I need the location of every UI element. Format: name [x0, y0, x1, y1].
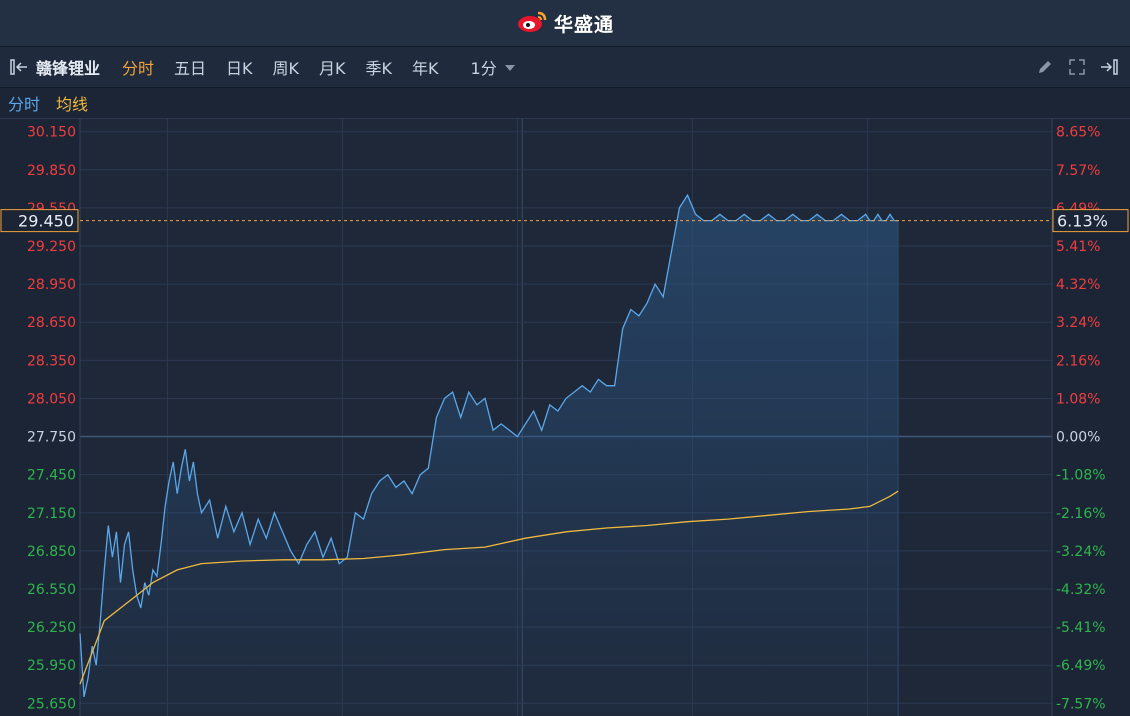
- pct-tick-label: 4.32%: [1056, 277, 1100, 293]
- y-tick-label: 29.250: [27, 239, 76, 255]
- pct-tick-label: 1.08%: [1056, 391, 1100, 407]
- pct-tick-label: -1.08%: [1056, 468, 1106, 484]
- legend-minute-line[interactable]: 分时: [8, 91, 40, 115]
- chevron-down-icon: [504, 65, 515, 71]
- pct-tick-label: -2.16%: [1056, 506, 1106, 522]
- y-tick-label: 26.850: [27, 544, 76, 560]
- pct-tick-label: -6.49%: [1056, 658, 1106, 674]
- title-bar: 华盛通: [0, 0, 1130, 47]
- y-tick-label: 28.050: [27, 391, 76, 407]
- current-price-label: 29.450: [18, 212, 74, 231]
- pct-tick-label: 2.16%: [1056, 353, 1100, 369]
- brand: 华盛通: [516, 9, 614, 37]
- current-change-label: 6.13%: [1057, 212, 1108, 231]
- brand-name: 华盛通: [553, 13, 614, 36]
- tab-daily-k[interactable]: 日K: [216, 47, 263, 87]
- y-tick-label: 27.150: [27, 506, 76, 522]
- interval-select[interactable]: 1分: [471, 55, 515, 79]
- y-tick-label: 28.950: [27, 277, 76, 293]
- tab-weekly-k[interactable]: 周K: [263, 47, 310, 87]
- pct-tick-label: 0.00%: [1056, 430, 1100, 446]
- pct-tick-label: 7.57%: [1056, 163, 1100, 179]
- pencil-icon[interactable]: [1034, 56, 1056, 78]
- y-tick-label: 30.150: [27, 125, 76, 141]
- pct-tick-label: -4.32%: [1056, 582, 1106, 598]
- tab-quarterly-k[interactable]: 季K: [356, 47, 403, 87]
- stock-name[interactable]: 赣锋锂业: [36, 55, 100, 79]
- y-tick-label: 26.550: [27, 582, 76, 598]
- tab-five-day[interactable]: 五日: [164, 47, 216, 87]
- pct-tick-label: -3.24%: [1056, 544, 1106, 560]
- y-tick-label: 25.950: [27, 658, 76, 674]
- interval-value: 1分: [470, 59, 497, 78]
- tab-monthly-k[interactable]: 月K: [309, 47, 356, 87]
- y-tick-label: 27.450: [27, 468, 76, 484]
- y-tick-label: 28.650: [27, 315, 76, 331]
- tab-yearly-k[interactable]: 年K: [402, 47, 449, 87]
- y-tick-label: 26.250: [27, 620, 76, 636]
- pct-tick-label: -7.57%: [1056, 696, 1106, 712]
- collapse-sidebar-icon[interactable]: [8, 56, 30, 78]
- pct-tick-label: 3.24%: [1056, 315, 1100, 331]
- legend-average-line[interactable]: 均线: [56, 91, 88, 115]
- y-tick-label: 25.650: [27, 696, 76, 712]
- expand-panel-icon[interactable]: [1098, 56, 1120, 78]
- y-tick-label: 27.750: [27, 430, 76, 446]
- chart-toolbar: 赣锋锂业 分时 五日 日K 周K 月K 季K 年K 1分: [0, 47, 1130, 88]
- y-tick-label: 28.350: [27, 353, 76, 369]
- pct-tick-label: 8.65%: [1056, 125, 1100, 141]
- fullscreen-icon[interactable]: [1066, 56, 1088, 78]
- chart-legend: 分时 均线: [0, 88, 1130, 119]
- intraday-chart[interactable]: 30.150 8.65%29.850 7.57%29.550 6.49%29.250 5…: [0, 119, 1130, 716]
- pct-tick-label: -5.41%: [1056, 620, 1106, 636]
- tab-minute[interactable]: 分时: [112, 47, 164, 87]
- y-tick-label: 29.850: [27, 163, 76, 179]
- weibo-logo-icon: [516, 9, 548, 37]
- pct-tick-label: 5.41%: [1056, 239, 1100, 255]
